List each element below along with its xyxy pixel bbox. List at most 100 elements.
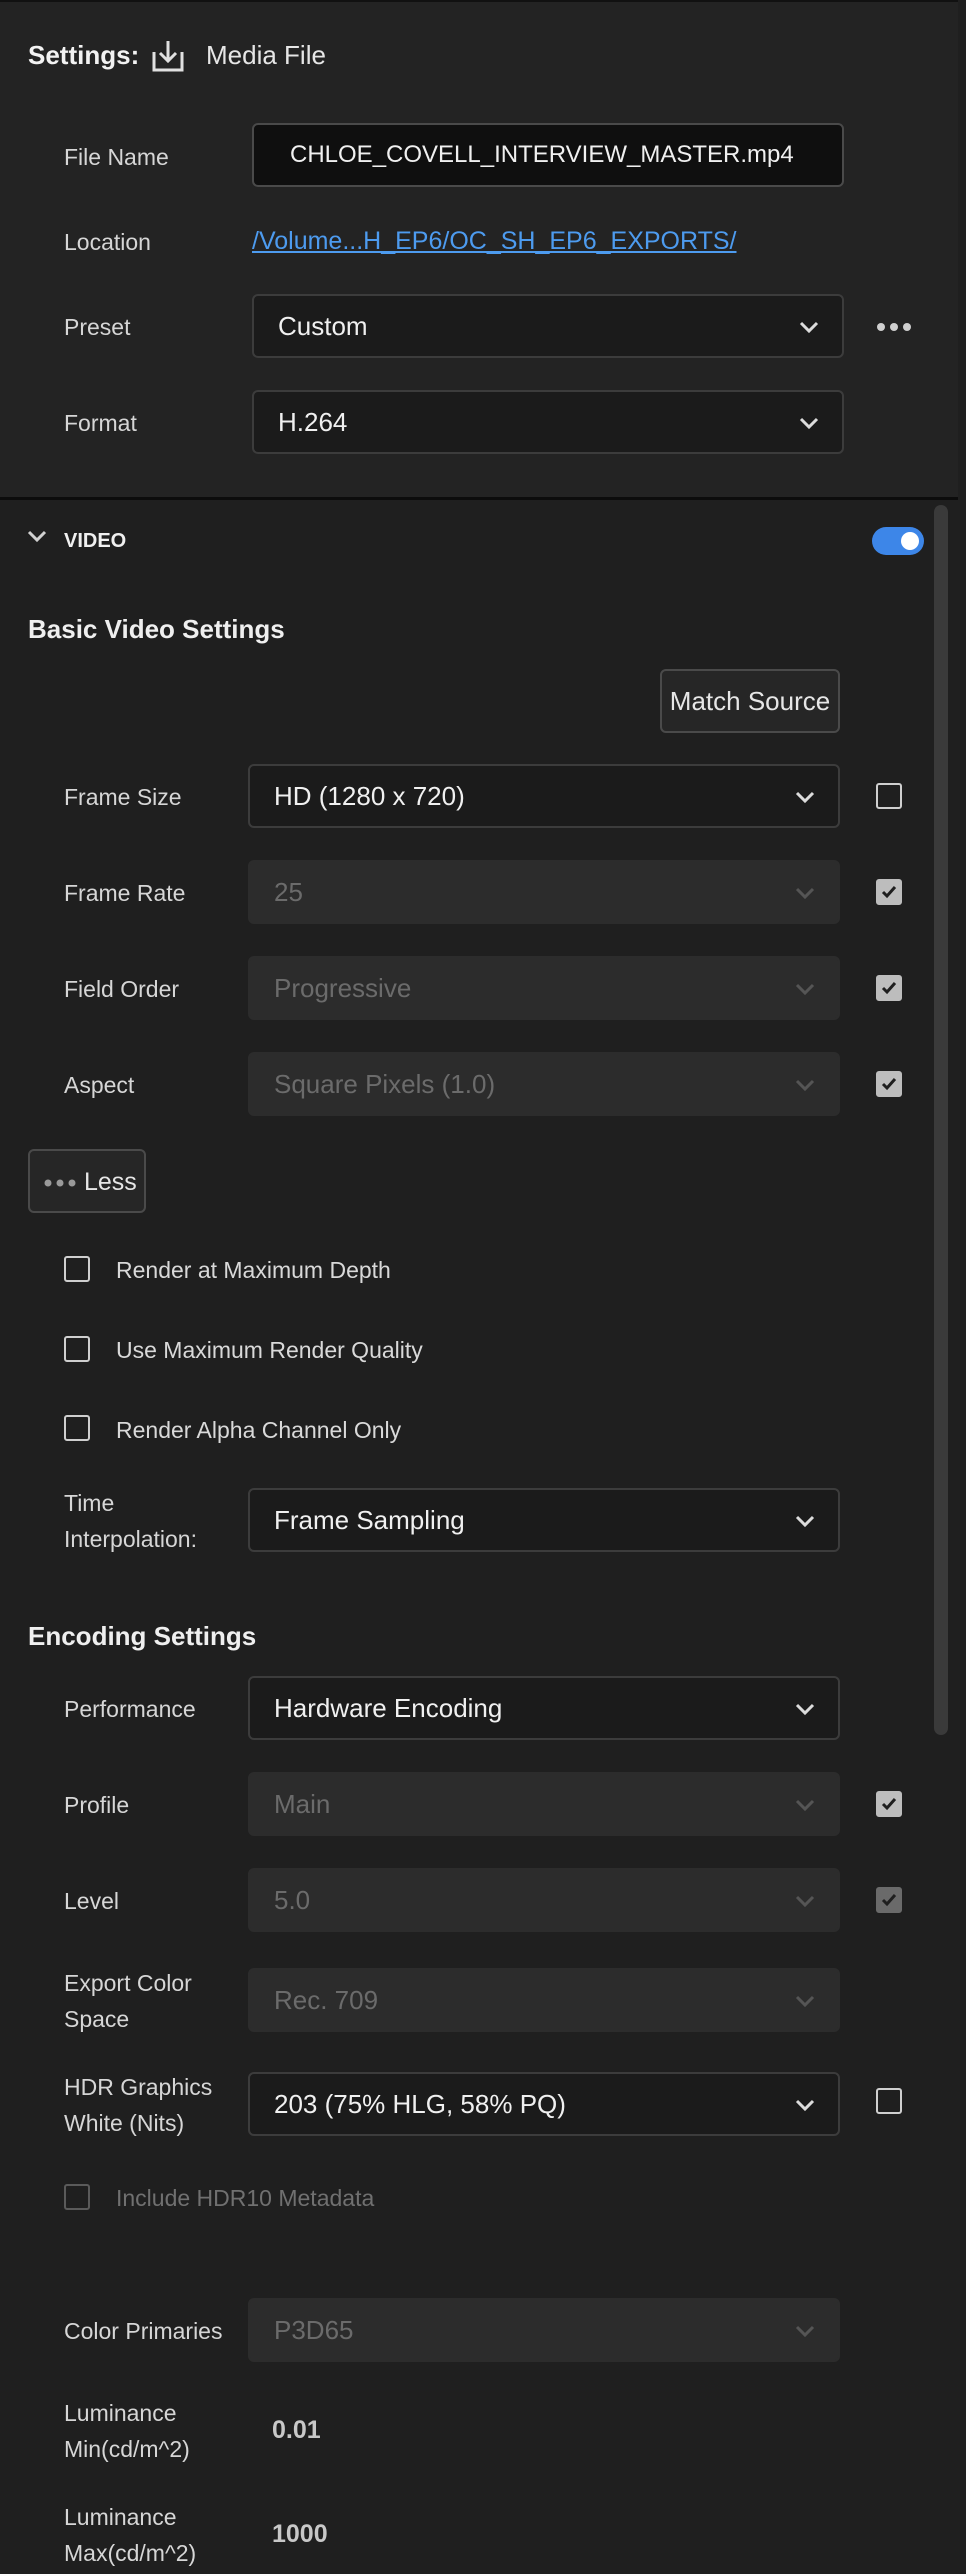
color-primaries-value: P3D65 [274, 2315, 354, 2345]
aspect-label: Aspect [64, 1072, 135, 1098]
chevron-down-icon [799, 321, 819, 334]
chevron-down-icon [795, 1995, 815, 2008]
hdr-white-label-line2: White (Nits) [64, 2110, 185, 2136]
field-order-dropdown: Progressive [248, 956, 840, 1020]
color-space-value: Rec. 709 [274, 1985, 379, 2015]
profile-value: Main [274, 1789, 331, 1819]
media-file-label: Media File [206, 40, 326, 70]
time-interp-value: Frame Sampling [274, 1505, 465, 1535]
chevron-down-icon [795, 1515, 815, 1528]
level-match-checkbox [876, 1887, 902, 1913]
chevron-down-icon [795, 2099, 815, 2112]
field-order-label: Field Order [64, 976, 180, 1002]
frame-size-dropdown[interactable]: HD (1280 x 720) [248, 764, 840, 828]
time-interp-label-line2: Interpolation: [64, 1526, 197, 1552]
color-primaries-label: Color Primaries [64, 2318, 223, 2344]
hdr-white-label-line1: HDR Graphics [64, 2074, 213, 2100]
location-label: Location [64, 229, 151, 255]
aspect-match-checkbox[interactable] [876, 1071, 902, 1097]
location-link[interactable]: /Volume...H_EP6/OC_SH_EP6_EXPORTS/ [252, 226, 737, 256]
field-order-value: Progressive [274, 973, 412, 1003]
hdr10-metadata-label: Include HDR10 Metadata [116, 2185, 375, 2211]
format-label: Format [64, 410, 137, 436]
more-dots-icon [44, 1179, 76, 1187]
level-value: 5.0 [274, 1885, 311, 1915]
preset-label: Preset [64, 314, 131, 340]
profile-dropdown: Main [248, 1772, 840, 1836]
frame-rate-label: Frame Rate [64, 880, 186, 906]
chevron-down-icon [795, 1703, 815, 1716]
color-primaries-dropdown: P3D65 [248, 2298, 840, 2362]
profile-match-checkbox[interactable] [876, 1791, 902, 1817]
checkmark-icon [881, 1894, 897, 1907]
hdr10-metadata-checkbox [64, 2184, 90, 2210]
scrollbar[interactable] [934, 505, 948, 1735]
video-collapse-chevron-icon[interactable] [26, 528, 48, 546]
frame-size-match-checkbox[interactable] [876, 783, 902, 809]
video-enable-toggle[interactable] [872, 527, 924, 555]
checkmark-icon [881, 1798, 897, 1811]
checkmark-icon [881, 982, 897, 995]
chevron-down-icon [795, 791, 815, 804]
frame-size-value: HD (1280 x 720) [274, 781, 465, 811]
chevron-down-icon [799, 417, 819, 430]
render-alpha-checkbox[interactable] [64, 1415, 90, 1441]
toggle-knob [901, 532, 919, 550]
chevron-down-icon [795, 1799, 815, 1812]
download-icon [150, 38, 186, 74]
luminance-max-label-line1: Luminance [64, 2504, 177, 2530]
color-space-label-line1: Export Color [64, 1970, 192, 1996]
frame-rate-dropdown: 25 [248, 860, 840, 924]
chevron-down-icon [795, 1079, 815, 1092]
color-space-dropdown: Rec. 709 [248, 1968, 840, 2032]
less-label: Less [84, 1168, 137, 1196]
field-order-match-checkbox[interactable] [876, 975, 902, 1001]
max-render-quality-label: Use Maximum Render Quality [116, 1337, 423, 1363]
video-section-label: VIDEO [64, 530, 127, 552]
format-value: H.264 [278, 407, 348, 437]
render-max-depth-checkbox[interactable] [64, 1256, 90, 1282]
hdr-white-dropdown[interactable]: 203 (75% HLG, 58% PQ) [248, 2072, 840, 2136]
performance-label: Performance [64, 1696, 196, 1722]
luminance-max-label-line2: Max(cd/m^2) [64, 2540, 197, 2566]
preset-dropdown[interactable]: Custom [252, 294, 844, 358]
luminance-max-value[interactable]: 1000 [272, 2520, 328, 2549]
luminance-min-label-line1: Luminance [64, 2400, 177, 2426]
chevron-down-icon [795, 983, 815, 996]
preset-value: Custom [278, 311, 368, 341]
profile-label: Profile [64, 1792, 130, 1818]
checkmark-icon [881, 886, 897, 899]
file-name-label: File Name [64, 144, 169, 170]
chevron-down-icon [795, 2325, 815, 2338]
performance-dropdown[interactable]: Hardware Encoding [248, 1676, 840, 1740]
aspect-dropdown: Square Pixels (1.0) [248, 1052, 840, 1116]
level-label: Level [64, 1888, 119, 1914]
level-dropdown: 5.0 [248, 1868, 840, 1932]
render-alpha-label: Render Alpha Channel Only [116, 1417, 402, 1443]
match-source-label: Match Source [669, 686, 831, 716]
max-render-quality-checkbox[interactable] [64, 1336, 90, 1362]
time-interp-dropdown[interactable]: Frame Sampling [248, 1488, 840, 1552]
performance-value: Hardware Encoding [274, 1693, 503, 1723]
luminance-min-label-line2: Min(cd/m^2) [64, 2436, 190, 2462]
checkmark-icon [881, 1078, 897, 1091]
match-source-button[interactable]: Match Source [660, 669, 840, 733]
less-button[interactable]: Less [28, 1149, 146, 1213]
frame-rate-value: 25 [274, 877, 303, 907]
aspect-value: Square Pixels (1.0) [274, 1069, 496, 1099]
file-name-value: CHLOE_COVELL_INTERVIEW_MASTER.mp4 [290, 141, 794, 168]
hdr-white-value: 203 (75% HLG, 58% PQ) [274, 2089, 566, 2119]
luminance-min-value[interactable]: 0.01 [272, 2416, 321, 2445]
format-dropdown[interactable]: H.264 [252, 390, 844, 454]
more-options-icon[interactable] [876, 320, 912, 332]
time-interp-label-line1: Time [64, 1490, 115, 1516]
file-name-input[interactable]: CHLOE_COVELL_INTERVIEW_MASTER.mp4 [252, 123, 844, 187]
hdr-white-match-checkbox[interactable] [876, 2088, 902, 2114]
encoding-settings-title: Encoding Settings [28, 1621, 257, 1651]
settings-label: Settings: [28, 40, 140, 70]
basic-video-settings-title: Basic Video Settings [28, 614, 285, 644]
output-settings-panel: Settings: Media File File Name CHLOE_COV… [0, 0, 958, 500]
chevron-down-icon [795, 887, 815, 900]
render-max-depth-label: Render at Maximum Depth [116, 1257, 391, 1283]
frame-rate-match-checkbox[interactable] [876, 879, 902, 905]
